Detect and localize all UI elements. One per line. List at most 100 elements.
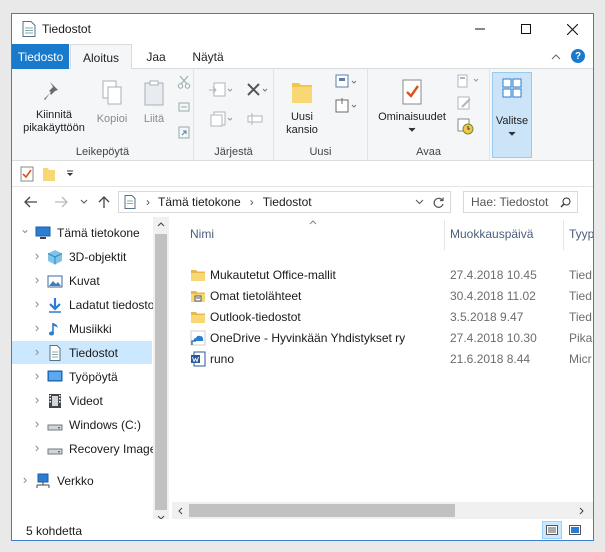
chevron-right-icon[interactable]: ›	[32, 272, 42, 287]
chevron-down-icon[interactable]	[415, 199, 424, 205]
new-folder-icon	[292, 83, 312, 103]
new-item-icon	[335, 74, 357, 88]
back-arrow-icon[interactable]	[24, 196, 38, 208]
customize-toolbar-icon[interactable]	[66, 170, 74, 178]
nav-item[interactable]: › Kuvat	[12, 269, 152, 292]
open-icon	[457, 74, 479, 88]
pin-to-quick-access-button[interactable]: Kiinnitä pikakäyttöön	[18, 79, 90, 135]
recent-locations-icon[interactable]	[80, 199, 88, 205]
chevron-right-icon[interactable]: ›	[32, 248, 42, 263]
item-count: 5 kohdetta	[26, 524, 83, 538]
file-type: Micr	[569, 352, 592, 366]
select-button[interactable]: Valitse	[493, 77, 531, 141]
nav-item[interactable]: ⌄ Tämä tietokone	[12, 221, 152, 244]
chevron-down-icon	[408, 127, 416, 132]
open-button[interactable]	[456, 73, 484, 92]
breadcrumb-separator-icon[interactable]: ›	[250, 195, 254, 209]
nav-item-label: Musiikki	[69, 322, 112, 336]
easy-access-icon	[335, 98, 357, 113]
nav-scrollbar[interactable]	[153, 217, 169, 520]
tab-view[interactable]: Näytä	[180, 44, 236, 69]
new-item-button[interactable]	[334, 73, 360, 94]
scroll-left-icon[interactable]	[177, 507, 183, 515]
maximize-button[interactable]	[503, 14, 549, 44]
nav-item[interactable]: › 3D-objektit	[12, 245, 152, 268]
search-input[interactable]: Hae: Tiedostot	[463, 191, 578, 213]
documents-icon	[124, 195, 136, 209]
up-arrow-icon[interactable]	[98, 195, 110, 209]
ribbon-tabs: Tiedosto Aloitus Jaa Näytä ?	[12, 44, 593, 70]
chevron-down-icon[interactable]: ⌄	[20, 222, 30, 236]
paste-button[interactable]: Liitä	[136, 79, 172, 126]
breadcrumb-this-pc[interactable]: Tämä tietokone	[158, 195, 241, 209]
file-row[interactable]: OneDrive - Hyvinkään Yhdistykset ry 27.4.…	[172, 328, 593, 349]
copy-path-icon[interactable]	[177, 100, 191, 114]
chevron-right-icon[interactable]: ›	[32, 416, 42, 431]
nav-item[interactable]: › Verkko	[12, 469, 152, 492]
help-icon[interactable]: ?	[571, 49, 585, 63]
column-divider[interactable]	[444, 220, 445, 250]
column-divider[interactable]	[563, 220, 564, 250]
file-row[interactable]: Omat tietolähteet 30.4.2018 11.02 Tied	[172, 286, 593, 307]
navigation-pane: ⌄ Tämä tietokone › 3D-objektit › Kuvat › Ladatu…	[12, 217, 169, 520]
new-folder-small-icon[interactable]	[42, 166, 56, 182]
column-header-modified[interactable]: Muokkauspäivä	[450, 227, 533, 241]
properties-small-icon[interactable]	[20, 166, 34, 182]
nav-item[interactable]: › Musiikki	[12, 317, 152, 340]
window-title: Tiedostot	[42, 22, 91, 36]
properties-button[interactable]: Ominaisuudet	[372, 77, 452, 137]
select-group[interactable]: Valitse	[492, 72, 532, 158]
chevron-right-icon[interactable]: ›	[32, 392, 42, 407]
scroll-up-icon[interactable]	[157, 221, 165, 227]
open-group: Ominaisuudet Avaa	[368, 69, 490, 161]
file-row[interactable]: runo 21.6.2018 8.44 Micr	[172, 349, 593, 370]
nav-scrollbar-thumb[interactable]	[155, 234, 167, 510]
large-icons-view-button[interactable]	[565, 521, 585, 539]
rename-button[interactable]	[246, 111, 266, 130]
tab-file[interactable]: Tiedosto	[12, 44, 69, 69]
collapse-ribbon-icon[interactable]	[551, 53, 561, 60]
file-row[interactable]: Outlook-tiedostot 3.5.2018 9.47 Tied	[172, 307, 593, 328]
nav-item-label: Recovery Image	[69, 442, 157, 456]
file-row[interactable]: Mukautetut Office-mallit 27.4.2018 10.45 T…	[172, 265, 593, 286]
search-icon[interactable]	[560, 197, 571, 208]
tab-home[interactable]: Aloitus	[70, 44, 132, 70]
chevron-right-icon[interactable]: ›	[32, 344, 42, 359]
move-to-button[interactable]	[208, 82, 233, 101]
edit-button[interactable]	[456, 95, 476, 114]
list-horizontal-scrollbar[interactable]	[172, 502, 593, 519]
nav-item[interactable]: › Työpöytä	[12, 365, 152, 388]
nav-item[interactable]: › Tiedostot	[12, 341, 152, 364]
address-bar[interactable]: › Tämä tietokone › Tiedostot	[118, 191, 451, 213]
copy-button[interactable]: Kopioi	[92, 79, 132, 126]
refresh-icon[interactable]	[432, 196, 445, 209]
copy-to-button[interactable]	[208, 111, 233, 130]
chevron-right-icon[interactable]: ›	[20, 472, 30, 487]
chevron-right-icon[interactable]: ›	[32, 440, 42, 455]
column-header-name[interactable]: Nimi	[190, 227, 214, 241]
list-scrollbar-thumb[interactable]	[189, 504, 455, 517]
breadcrumb-documents[interactable]: Tiedostot	[263, 195, 312, 209]
nav-item[interactable]: › Recovery Image	[12, 437, 157, 460]
nav-item[interactable]: › Videot	[12, 389, 152, 412]
paste-shortcut-icon[interactable]	[177, 125, 191, 139]
history-button[interactable]	[456, 117, 476, 138]
chevron-right-icon[interactable]: ›	[32, 368, 42, 383]
forward-arrow-icon[interactable]	[54, 196, 68, 208]
delete-button[interactable]	[246, 82, 270, 101]
minimize-button[interactable]	[457, 14, 503, 44]
nav-item[interactable]: › Ladatut tiedostot	[12, 293, 158, 316]
close-button[interactable]	[549, 14, 593, 44]
chevron-right-icon[interactable]: ›	[32, 320, 42, 335]
properties-icon	[402, 79, 422, 105]
cut-icon[interactable]	[177, 75, 191, 89]
nav-item[interactable]: › Windows (C:)	[12, 413, 152, 436]
easy-access-button[interactable]	[334, 97, 360, 118]
breadcrumb-separator-icon[interactable]: ›	[146, 195, 150, 209]
details-view-button[interactable]	[542, 521, 562, 539]
chevron-right-icon[interactable]: ›	[32, 296, 42, 311]
scroll-right-icon[interactable]	[579, 507, 585, 515]
tab-share[interactable]: Jaa	[136, 44, 176, 69]
new-folder-button[interactable]: Uusi kansio	[280, 77, 324, 137]
column-header-type[interactable]: Tyyp	[569, 227, 593, 241]
